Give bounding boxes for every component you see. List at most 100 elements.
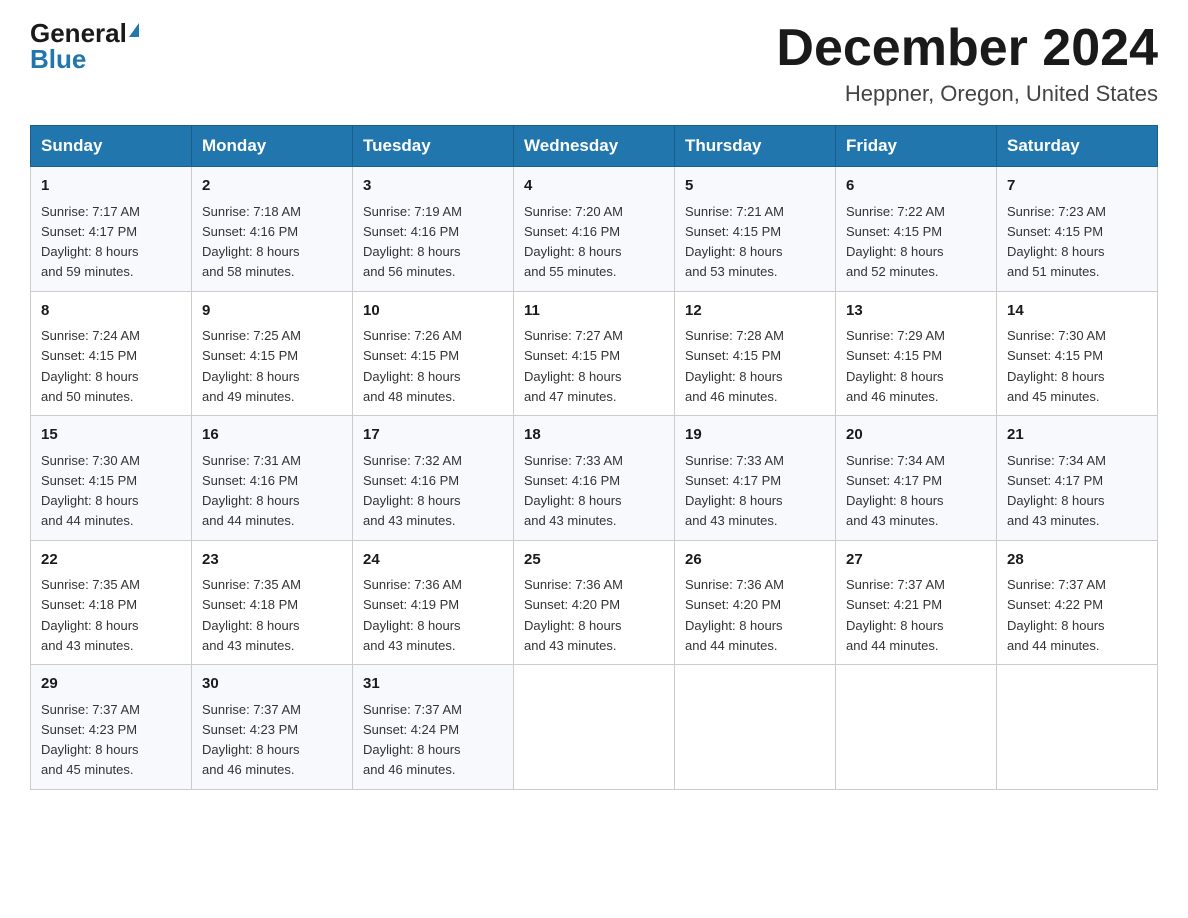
day-number: 10 <box>363 300 503 323</box>
day-info: Sunrise: 7:31 AM Sunset: 4:16 PM Dayligh… <box>202 453 301 529</box>
day-of-week-header: Wednesday <box>514 126 675 167</box>
day-number: 3 <box>363 175 503 198</box>
calendar-cell: 10 Sunrise: 7:26 AM Sunset: 4:15 PM Dayl… <box>353 291 514 416</box>
calendar-cell: 22 Sunrise: 7:35 AM Sunset: 4:18 PM Dayl… <box>31 540 192 665</box>
day-number: 2 <box>202 175 342 198</box>
calendar-cell: 25 Sunrise: 7:36 AM Sunset: 4:20 PM Dayl… <box>514 540 675 665</box>
logo-general-text: General <box>30 20 127 46</box>
day-number: 18 <box>524 424 664 447</box>
calendar-week-row: 22 Sunrise: 7:35 AM Sunset: 4:18 PM Dayl… <box>31 540 1158 665</box>
day-number: 13 <box>846 300 986 323</box>
calendar-cell: 19 Sunrise: 7:33 AM Sunset: 4:17 PM Dayl… <box>675 416 836 541</box>
calendar-cell: 3 Sunrise: 7:19 AM Sunset: 4:16 PM Dayli… <box>353 167 514 292</box>
calendar-cell: 27 Sunrise: 7:37 AM Sunset: 4:21 PM Dayl… <box>836 540 997 665</box>
calendar-cell: 24 Sunrise: 7:36 AM Sunset: 4:19 PM Dayl… <box>353 540 514 665</box>
day-number: 7 <box>1007 175 1147 198</box>
day-info: Sunrise: 7:27 AM Sunset: 4:15 PM Dayligh… <box>524 328 623 404</box>
day-info: Sunrise: 7:30 AM Sunset: 4:15 PM Dayligh… <box>41 453 140 529</box>
calendar-week-row: 29 Sunrise: 7:37 AM Sunset: 4:23 PM Dayl… <box>31 665 1158 790</box>
calendar-cell: 29 Sunrise: 7:37 AM Sunset: 4:23 PM Dayl… <box>31 665 192 790</box>
day-info: Sunrise: 7:26 AM Sunset: 4:15 PM Dayligh… <box>363 328 462 404</box>
calendar-cell: 9 Sunrise: 7:25 AM Sunset: 4:15 PM Dayli… <box>192 291 353 416</box>
calendar-week-row: 8 Sunrise: 7:24 AM Sunset: 4:15 PM Dayli… <box>31 291 1158 416</box>
day-number: 8 <box>41 300 181 323</box>
day-info: Sunrise: 7:20 AM Sunset: 4:16 PM Dayligh… <box>524 204 623 280</box>
day-info: Sunrise: 7:37 AM Sunset: 4:23 PM Dayligh… <box>202 702 301 778</box>
day-info: Sunrise: 7:25 AM Sunset: 4:15 PM Dayligh… <box>202 328 301 404</box>
logo-blue-text: Blue <box>30 46 86 72</box>
day-info: Sunrise: 7:32 AM Sunset: 4:16 PM Dayligh… <box>363 453 462 529</box>
day-number: 11 <box>524 300 664 323</box>
day-number: 22 <box>41 549 181 572</box>
day-number: 14 <box>1007 300 1147 323</box>
day-number: 5 <box>685 175 825 198</box>
calendar-cell <box>514 665 675 790</box>
calendar-cell <box>675 665 836 790</box>
day-info: Sunrise: 7:23 AM Sunset: 4:15 PM Dayligh… <box>1007 204 1106 280</box>
day-number: 30 <box>202 673 342 696</box>
calendar-cell: 6 Sunrise: 7:22 AM Sunset: 4:15 PM Dayli… <box>836 167 997 292</box>
day-of-week-header: Sunday <box>31 126 192 167</box>
calendar-cell: 31 Sunrise: 7:37 AM Sunset: 4:24 PM Dayl… <box>353 665 514 790</box>
day-number: 24 <box>363 549 503 572</box>
calendar-cell: 23 Sunrise: 7:35 AM Sunset: 4:18 PM Dayl… <box>192 540 353 665</box>
day-info: Sunrise: 7:35 AM Sunset: 4:18 PM Dayligh… <box>202 577 301 653</box>
day-info: Sunrise: 7:37 AM Sunset: 4:21 PM Dayligh… <box>846 577 945 653</box>
day-number: 12 <box>685 300 825 323</box>
calendar-cell <box>836 665 997 790</box>
calendar-cell: 12 Sunrise: 7:28 AM Sunset: 4:15 PM Dayl… <box>675 291 836 416</box>
day-info: Sunrise: 7:33 AM Sunset: 4:16 PM Dayligh… <box>524 453 623 529</box>
day-number: 4 <box>524 175 664 198</box>
calendar-cell: 4 Sunrise: 7:20 AM Sunset: 4:16 PM Dayli… <box>514 167 675 292</box>
day-number: 29 <box>41 673 181 696</box>
day-number: 15 <box>41 424 181 447</box>
day-of-week-header: Tuesday <box>353 126 514 167</box>
calendar-cell: 14 Sunrise: 7:30 AM Sunset: 4:15 PM Dayl… <box>997 291 1158 416</box>
calendar-cell: 8 Sunrise: 7:24 AM Sunset: 4:15 PM Dayli… <box>31 291 192 416</box>
day-info: Sunrise: 7:29 AM Sunset: 4:15 PM Dayligh… <box>846 328 945 404</box>
day-info: Sunrise: 7:30 AM Sunset: 4:15 PM Dayligh… <box>1007 328 1106 404</box>
day-number: 21 <box>1007 424 1147 447</box>
day-number: 20 <box>846 424 986 447</box>
day-number: 17 <box>363 424 503 447</box>
day-info: Sunrise: 7:17 AM Sunset: 4:17 PM Dayligh… <box>41 204 140 280</box>
day-number: 28 <box>1007 549 1147 572</box>
calendar-cell: 28 Sunrise: 7:37 AM Sunset: 4:22 PM Dayl… <box>997 540 1158 665</box>
day-number: 1 <box>41 175 181 198</box>
day-info: Sunrise: 7:36 AM Sunset: 4:19 PM Dayligh… <box>363 577 462 653</box>
logo-triangle-icon <box>129 23 139 37</box>
day-info: Sunrise: 7:24 AM Sunset: 4:15 PM Dayligh… <box>41 328 140 404</box>
calendar-cell: 13 Sunrise: 7:29 AM Sunset: 4:15 PM Dayl… <box>836 291 997 416</box>
calendar-week-row: 1 Sunrise: 7:17 AM Sunset: 4:17 PM Dayli… <box>31 167 1158 292</box>
day-number: 6 <box>846 175 986 198</box>
day-of-week-header: Friday <box>836 126 997 167</box>
calendar-cell: 18 Sunrise: 7:33 AM Sunset: 4:16 PM Dayl… <box>514 416 675 541</box>
logo: General Blue <box>30 20 139 72</box>
day-info: Sunrise: 7:28 AM Sunset: 4:15 PM Dayligh… <box>685 328 784 404</box>
calendar-cell: 1 Sunrise: 7:17 AM Sunset: 4:17 PM Dayli… <box>31 167 192 292</box>
day-number: 16 <box>202 424 342 447</box>
day-info: Sunrise: 7:34 AM Sunset: 4:17 PM Dayligh… <box>846 453 945 529</box>
day-info: Sunrise: 7:36 AM Sunset: 4:20 PM Dayligh… <box>524 577 623 653</box>
calendar-cell: 20 Sunrise: 7:34 AM Sunset: 4:17 PM Dayl… <box>836 416 997 541</box>
day-info: Sunrise: 7:21 AM Sunset: 4:15 PM Dayligh… <box>685 204 784 280</box>
calendar-cell: 17 Sunrise: 7:32 AM Sunset: 4:16 PM Dayl… <box>353 416 514 541</box>
calendar-week-row: 15 Sunrise: 7:30 AM Sunset: 4:15 PM Dayl… <box>31 416 1158 541</box>
calendar-cell <box>997 665 1158 790</box>
day-number: 27 <box>846 549 986 572</box>
page-header: General Blue December 2024 Heppner, Oreg… <box>30 20 1158 107</box>
day-info: Sunrise: 7:35 AM Sunset: 4:18 PM Dayligh… <box>41 577 140 653</box>
calendar-cell: 21 Sunrise: 7:34 AM Sunset: 4:17 PM Dayl… <box>997 416 1158 541</box>
day-of-week-header: Thursday <box>675 126 836 167</box>
title-block: December 2024 Heppner, Oregon, United St… <box>776 20 1158 107</box>
day-number: 25 <box>524 549 664 572</box>
calendar-cell: 26 Sunrise: 7:36 AM Sunset: 4:20 PM Dayl… <box>675 540 836 665</box>
day-info: Sunrise: 7:34 AM Sunset: 4:17 PM Dayligh… <box>1007 453 1106 529</box>
calendar-cell: 16 Sunrise: 7:31 AM Sunset: 4:16 PM Dayl… <box>192 416 353 541</box>
day-info: Sunrise: 7:37 AM Sunset: 4:24 PM Dayligh… <box>363 702 462 778</box>
day-info: Sunrise: 7:18 AM Sunset: 4:16 PM Dayligh… <box>202 204 301 280</box>
calendar-cell: 7 Sunrise: 7:23 AM Sunset: 4:15 PM Dayli… <box>997 167 1158 292</box>
day-number: 31 <box>363 673 503 696</box>
day-number: 26 <box>685 549 825 572</box>
calendar-cell: 15 Sunrise: 7:30 AM Sunset: 4:15 PM Dayl… <box>31 416 192 541</box>
